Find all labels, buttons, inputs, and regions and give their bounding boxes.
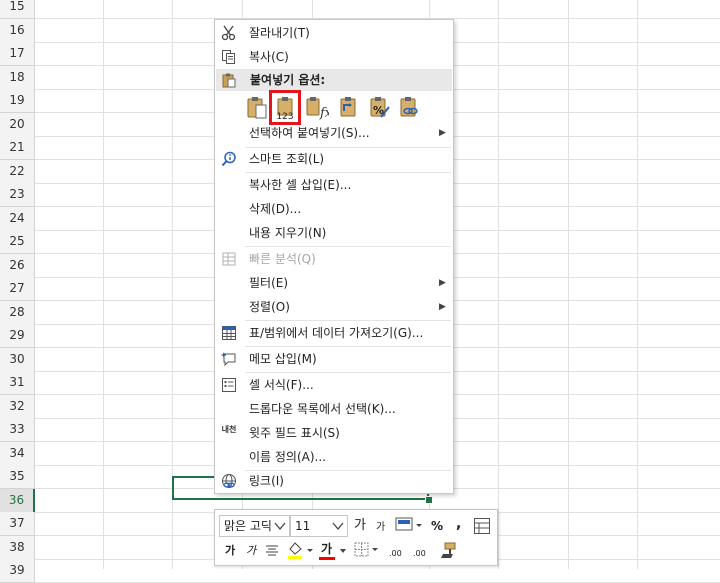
borders-icon[interactable] [353, 541, 381, 559]
menu-item-cut[interactable]: 잘라내기(T) [215, 22, 453, 44]
row-header[interactable]: 38 [0, 535, 35, 560]
comma-button[interactable]: , [456, 516, 461, 532]
menu-item-quick-analysis: 빠른 분석(Q) [215, 248, 453, 270]
font-color-swatch [319, 557, 335, 560]
shrink-font-button[interactable]: 가 [376, 520, 385, 536]
comment-icon [221, 352, 236, 367]
submenu-arrow-icon: ▶ [439, 302, 446, 312]
smart-lookup-icon [221, 151, 236, 167]
row-header[interactable]: 15 [0, 0, 35, 19]
menu-item-filter[interactable]: 필터(E) ▶ [215, 272, 453, 294]
menu-label: 잘라내기(T) [249, 26, 310, 40]
column-gridline [498, 0, 499, 569]
grow-font-button[interactable]: 가 [354, 518, 366, 534]
row-header[interactable]: 34 [0, 441, 35, 466]
italic-button[interactable]: 가 [246, 543, 256, 559]
row-header[interactable]: 19 [0, 89, 35, 113]
menu-item-paste-special[interactable]: 선택하여 붙여넣기(S)... ▶ [215, 122, 453, 144]
menu-item-link[interactable]: 링크(I) [215, 470, 453, 492]
row-header[interactable]: 24 [0, 206, 35, 231]
column-gridline [103, 0, 104, 569]
phonetic-icon: 내천 [221, 425, 237, 434]
row-header[interactable]: 32 [0, 394, 35, 419]
font-color-button[interactable]: 가 [321, 541, 332, 557]
row-header[interactable]: 25 [0, 230, 35, 254]
menu-item-copy[interactable]: 복사(C) [215, 46, 453, 68]
menu-item-sort[interactable]: 정렬(O) ▶ [215, 296, 453, 318]
separator [245, 372, 451, 373]
paste-options-header: 붙여넣기 옵션: [216, 69, 452, 91]
row-header[interactable]: 22 [0, 159, 35, 184]
row-header[interactable]: 30 [0, 347, 35, 372]
row-header[interactable]: 17 [0, 42, 35, 66]
copy-icon [222, 50, 235, 64]
menu-item-define-name[interactable]: 이름 정의(A)... [215, 446, 453, 468]
row-header[interactable]: 27 [0, 277, 35, 301]
paste-link-icon[interactable] [397, 95, 421, 121]
row-header[interactable]: 39 [0, 559, 35, 583]
menu-item-format-cells[interactable]: 셀 서식(F)... [215, 374, 453, 396]
decrease-decimal-button[interactable]: .00 [413, 546, 426, 562]
format-painter-icon[interactable] [439, 541, 459, 559]
menu-item-phonetic[interactable]: 내천 윗주 필드 표시(S) [215, 422, 453, 444]
row-header[interactable]: 28 [0, 300, 35, 325]
paste-formulas-icon[interactable]: fx [305, 95, 329, 121]
paste-transpose-icon[interactable] [337, 95, 361, 121]
row-header[interactable]: 31 [0, 371, 35, 395]
menu-item-clear-contents[interactable]: 내용 지우기(N) [215, 222, 453, 244]
table-icon [222, 326, 236, 340]
cell-style-icon[interactable] [394, 516, 424, 536]
separator [245, 172, 451, 173]
svg-text:fx: fx [319, 106, 329, 121]
clipboard-icon [222, 73, 236, 88]
row-header[interactable]: 16 [0, 18, 35, 43]
mini-toolbar: 맑은 고딕 11 가 가 % , 가 가 가 .00 .00 [214, 509, 498, 566]
context-menu: 잘라내기(T) 복사(C) 붙여넣기 옵션: 123 fx % 선택하여 붙여넣… [214, 19, 454, 494]
menu-item-insert-copied[interactable]: 복사한 셀 삽입(E)... [215, 174, 453, 196]
bold-button[interactable]: 가 [225, 543, 235, 559]
scissors-icon [221, 25, 236, 41]
row-header[interactable]: 36 [0, 488, 35, 513]
row-header[interactable]: 37 [0, 512, 35, 536]
separator [245, 346, 451, 347]
paste-formatting-icon[interactable]: % [367, 95, 391, 121]
font-name-combobox[interactable]: 맑은 고딕 [219, 515, 290, 537]
submenu-arrow-icon: ▶ [439, 278, 446, 288]
chevron-down-icon[interactable] [331, 519, 345, 533]
increase-decimal-button[interactable]: .00 [389, 546, 402, 562]
submenu-arrow-icon: ▶ [439, 128, 446, 138]
row-header[interactable]: 29 [0, 324, 35, 348]
menu-item-pick-dropdown[interactable]: 드롭다운 목록에서 선택(K)... [215, 398, 453, 420]
fill-color-icon[interactable] [286, 540, 314, 560]
fill-color-swatch [288, 556, 302, 559]
fill-handle[interactable] [425, 496, 433, 504]
chevron-down-icon[interactable] [273, 519, 287, 533]
separator [245, 246, 451, 247]
format-table-icon[interactable] [473, 517, 491, 535]
format-cells-icon [222, 378, 236, 392]
menu-label: 복사(C) [249, 50, 289, 64]
column-gridline [637, 0, 638, 569]
row-header[interactable]: 21 [0, 136, 35, 160]
menu-item-smart-lookup[interactable]: 스마트 조회(L) [215, 148, 453, 170]
quick-analysis-icon [222, 252, 236, 266]
column-gridline [568, 0, 569, 569]
chevron-down-icon[interactable] [339, 548, 347, 554]
row-header[interactable]: 23 [0, 183, 35, 207]
percent-button[interactable]: % [431, 518, 443, 534]
row-header[interactable]: 20 [0, 112, 35, 137]
row-header[interactable]: 18 [0, 65, 35, 90]
menu-item-get-data[interactable]: 표/범위에서 데이터 가져오기(G)... [215, 322, 453, 344]
row-header[interactable]: 33 [0, 418, 35, 442]
align-center-icon[interactable] [264, 542, 280, 558]
highlight-box [269, 90, 301, 125]
menu-item-delete[interactable]: 삭제(D)... [215, 198, 453, 220]
row-header[interactable]: 26 [0, 253, 35, 278]
menu-item-insert-comment[interactable]: 메모 삽입(M) [215, 348, 453, 370]
font-size-combobox[interactable]: 11 [290, 515, 348, 537]
link-icon [222, 474, 236, 488]
separator [245, 320, 451, 321]
row-header[interactable]: 35 [0, 465, 35, 489]
paste-icon[interactable] [245, 95, 269, 121]
